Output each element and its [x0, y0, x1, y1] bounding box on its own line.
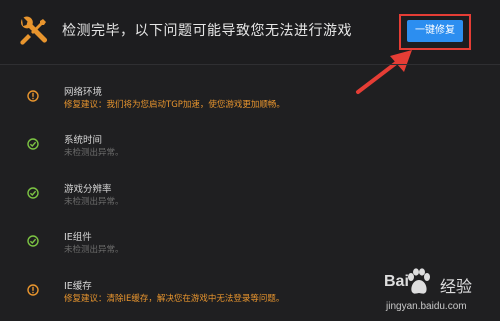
watermark-url: jingyan.baidu.com [386, 301, 467, 312]
check-circle-icon [27, 235, 39, 247]
header-bar: 检测完毕，以下问题可能导致您无法进行游戏 一键修复 [0, 0, 500, 94]
check-item-detail: 未检测出异常。 [64, 245, 124, 255]
watermark-brand-jingyan: 经验 [440, 277, 473, 296]
check-item-name: 网络环境 [64, 87, 103, 98]
check-item-network: 网络环境 修复建议：我们将为您启动TGP加速，使您游戏更加顺畅。 [0, 84, 500, 124]
check-circle-icon [27, 187, 39, 199]
repair-tools-icon [20, 16, 47, 45]
check-item-detail: 修复建议：我们将为您启动TGP加速，使您游戏更加顺畅。 [64, 100, 285, 110]
one-click-fix-button[interactable]: 一键修复 [407, 20, 463, 42]
check-item-system-time: 系统时间 未检测出异常。 [0, 132, 500, 172]
check-item-name: 系统时间 [64, 135, 103, 146]
check-item-detail: 未检测出异常。 [64, 197, 124, 207]
page-title: 检测完毕，以下问题可能导致您无法进行游戏 [62, 23, 352, 39]
check-item-name: IE缓存 [64, 281, 92, 292]
baidu-paw-logo-icon [408, 268, 430, 294]
check-item-detail: 未检测出异常。 [64, 148, 124, 158]
check-circle-icon [27, 138, 39, 150]
check-item-name: 游戏分辨率 [64, 184, 112, 195]
check-item-name: IE组件 [64, 232, 92, 243]
header-divider [0, 64, 500, 65]
warning-icon [27, 90, 39, 102]
check-item-resolution: 游戏分辨率 未检测出异常。 [0, 181, 500, 221]
check-item-detail: 修复建议：清除IE缓存，解决您在游戏中无法登录等问题。 [64, 294, 285, 304]
warning-icon [27, 284, 39, 296]
check-item-ie-component: IE组件 未检测出异常。 [0, 229, 500, 269]
